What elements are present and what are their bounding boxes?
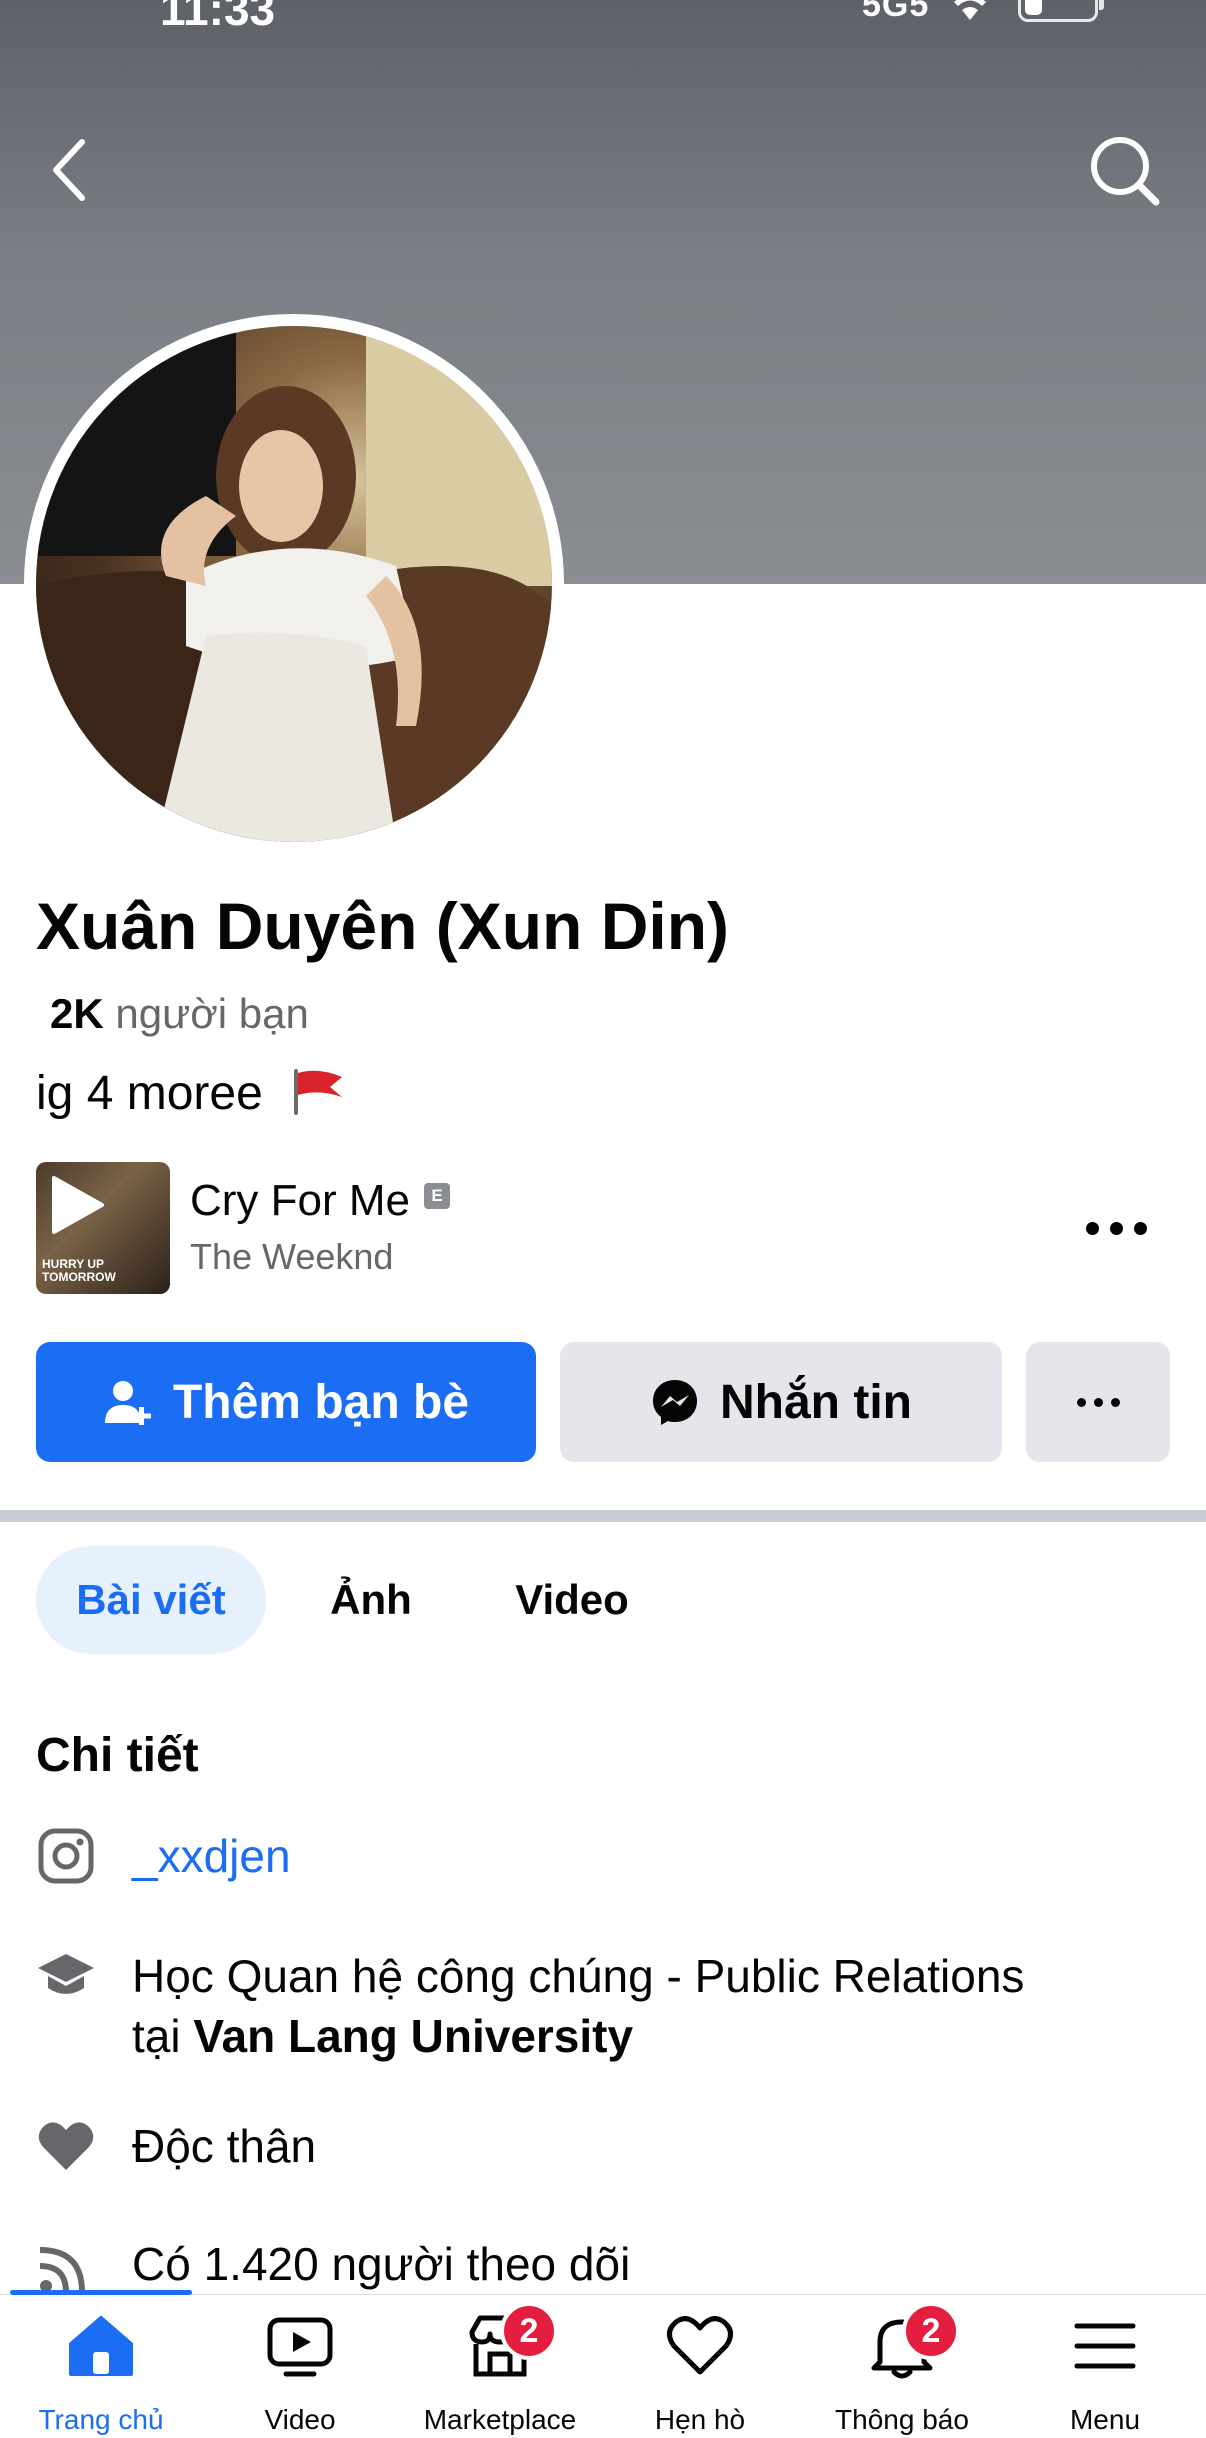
explicit-badge: E — [424, 1183, 450, 1209]
friends-count[interactable]: 2K người bạn — [50, 990, 309, 1038]
chevron-left-icon — [53, 139, 85, 201]
nav-marketplace-label: Marketplace — [423, 2404, 577, 2435]
marketplace-badge: 2 — [500, 2302, 558, 2360]
relationship-row: Độc thân — [132, 2120, 317, 2172]
instagram-link[interactable]: _xxdjen — [132, 1830, 291, 1882]
nav-dating-label: Hẹn hò — [654, 2404, 746, 2435]
more-dot — [1086, 1222, 1099, 1235]
notifications-badge: 2 — [902, 2302, 960, 2360]
search-icon — [1091, 137, 1160, 206]
profile-avatar[interactable] — [24, 314, 564, 854]
add-friend-label: Thêm bạn bè — [172, 1375, 470, 1429]
song-artist: The Weeknd — [190, 1236, 394, 1277]
wifi-icon — [954, 0, 986, 20]
nav-dating[interactable]: Hẹn hò — [600, 2310, 800, 2438]
education-text: Học Quan hệ công chúng - Public Relation… — [132, 1950, 1025, 2002]
ellipsis-icon — [1076, 1397, 1120, 1407]
more-dot — [1110, 1222, 1123, 1235]
home-icon — [69, 2316, 133, 2376]
back-button[interactable] — [40, 132, 100, 208]
details-heading: Chi tiết — [36, 1729, 199, 1782]
profile-bio: ig 4 moree — [36, 1066, 346, 1121]
battery-icon — [1018, 0, 1104, 22]
tab-posts[interactable]: Bài viết — [36, 1546, 266, 1654]
nav-home[interactable]: Trang chủ — [10, 2310, 192, 2438]
nav-video-label: Video — [264, 2404, 336, 2435]
more-dot — [1134, 1222, 1147, 1235]
add-friend-button[interactable]: Thêm bạn bè — [36, 1342, 536, 1462]
friends-number: 2K — [50, 990, 104, 1037]
video-icon — [267, 2317, 333, 2377]
friends-label: người bạn — [115, 990, 309, 1037]
album-cover-text: HURRY UP TOMORROW — [42, 1257, 116, 1284]
dating-heart-icon — [667, 2316, 733, 2375]
avatar-illustration — [36, 326, 552, 842]
nav-notifications-label: Thông báo — [835, 2404, 969, 2435]
red-flag-icon — [294, 1069, 343, 1115]
nav-notifications[interactable]: 2 Thông báo — [800, 2302, 1004, 2438]
bio-text: ig 4 moree — [36, 1067, 263, 1120]
add-friend-icon — [104, 1381, 151, 1425]
status-network: 5G5 — [862, 0, 930, 24]
play-icon — [52, 1176, 104, 1234]
tab-videos[interactable]: Video — [490, 1546, 654, 1654]
nav-marketplace[interactable]: 2 Marketplace — [400, 2302, 600, 2438]
graduation-cap-icon — [38, 1954, 94, 1994]
education-row: Học Quan hệ công chúng - Public Relation… — [132, 1946, 1024, 2066]
profile-name: Xuân Duyên (Xun Din) — [36, 889, 729, 963]
nav-home-label: Trang chủ — [38, 2404, 164, 2435]
instagram-icon — [38, 1828, 94, 1884]
instagram-row: _xxdjen — [132, 1826, 291, 1886]
menu-icon — [1074, 2323, 1136, 2369]
nav-menu-label: Menu — [1069, 2404, 1141, 2435]
song-more-button[interactable] — [1082, 1206, 1154, 1250]
active-tab-indicator — [10, 2290, 192, 2295]
album-cover[interactable]: HURRY UP TOMORROW — [36, 1162, 170, 1294]
song-title-text: Cry For Me — [190, 1176, 410, 1225]
message-label: Nhắn tin — [720, 1375, 912, 1429]
message-button[interactable]: Nhắn tin — [560, 1342, 1002, 1462]
nav-video[interactable]: Video — [200, 2310, 400, 2438]
nav-menu[interactable]: Menu — [1010, 2310, 1200, 2438]
song-title[interactable]: Cry For Me E — [190, 1176, 450, 1226]
section-divider — [0, 1510, 1206, 1522]
avatar-photo — [36, 326, 552, 842]
messenger-icon — [653, 1380, 697, 1425]
heart-icon — [38, 2122, 94, 2170]
search-button[interactable] — [1086, 132, 1162, 208]
rss-followers-icon — [39, 2247, 85, 2293]
status-time: 11:33 — [160, 0, 276, 35]
followers-row: Có 1.420 người theo dõi — [132, 2238, 631, 2290]
more-actions-button[interactable] — [1026, 1342, 1170, 1462]
tab-photos[interactable]: Ảnh — [296, 1546, 446, 1654]
education-at: tại — [132, 2010, 181, 2062]
education-school[interactable]: Van Lang University — [193, 2010, 633, 2062]
